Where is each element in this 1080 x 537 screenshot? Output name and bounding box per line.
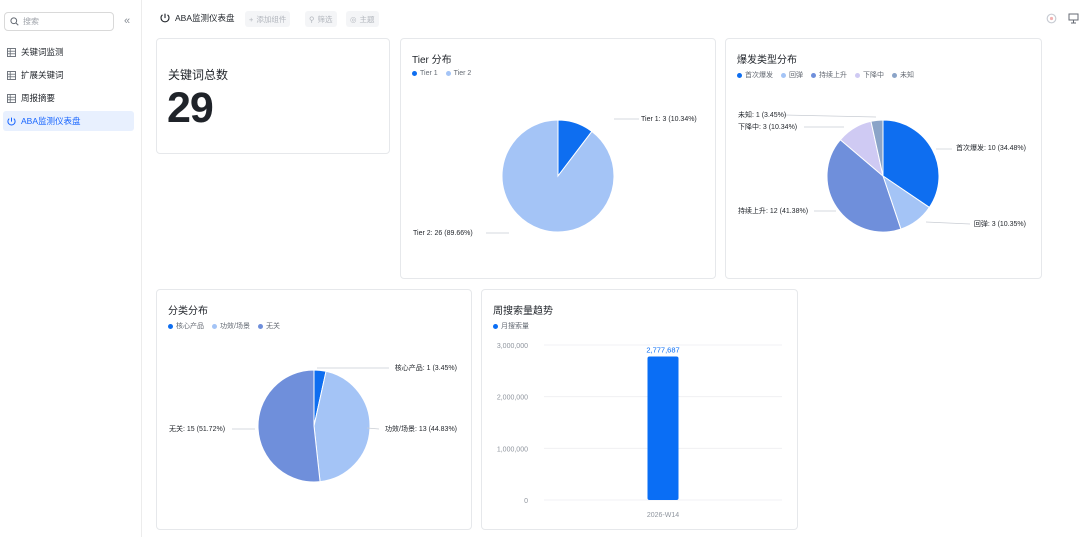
sidebar-item-expanded-keywords[interactable]: 扩展关键词 bbox=[3, 65, 134, 85]
sidebar-item-label: 周报摘要 bbox=[21, 93, 56, 103]
tier-chart-card: Tier 分布 Tier 1 Tier 2 Tier 1: 3 (10.34%)… bbox=[400, 38, 716, 279]
pie-slice[interactable] bbox=[313, 370, 371, 483]
table-icon bbox=[7, 93, 16, 103]
sidebar-item-label: 关键词监测 bbox=[21, 47, 64, 57]
pie-data-label: 无关: 15 (51.72%) bbox=[169, 424, 225, 433]
sidebar-nav: 关键词监测 扩展关键词 周报摘要 ABA监测仪表盘 bbox=[3, 42, 134, 134]
y-tick-label: 3,000,000 bbox=[497, 343, 528, 350]
pie-data-label: 未知: 1 (3.45%) bbox=[738, 110, 786, 119]
y-tick-label: 0 bbox=[524, 498, 528, 505]
theme-button[interactable]: ◎ 主题 bbox=[346, 11, 379, 27]
kpi-value: 29 bbox=[167, 84, 214, 132]
settings-icon[interactable] bbox=[1046, 13, 1057, 24]
pie-data-label: Tier 2: 26 (89.66%) bbox=[413, 230, 473, 237]
pie-slice[interactable] bbox=[501, 119, 615, 233]
y-tick-label: 1,000,000 bbox=[497, 446, 528, 453]
present-icon[interactable] bbox=[1068, 13, 1079, 24]
pie-data-label: 首次爆发: 10 (34.48%) bbox=[956, 143, 1026, 152]
pie-data-label: 下降中: 3 (10.34%) bbox=[738, 122, 797, 131]
label-leader-line bbox=[925, 221, 971, 225]
sidebar-item-label: ABA监测仪表盘 bbox=[21, 116, 81, 126]
plus-icon: + bbox=[249, 14, 254, 24]
sidebar: « 关键词监测 扩展关键词 周报摘要 ABA监测仪表盘 bbox=[0, 0, 142, 537]
kpi-label: 关键词总数 bbox=[168, 68, 229, 82]
dashboard-title: ABA监测仪表盘 bbox=[160, 12, 235, 24]
search-box[interactable] bbox=[4, 12, 114, 31]
weekly-trend-chart-card: 周搜索量趋势 月搜索量 3,000,000 2,000,000 1,000,000 0… bbox=[481, 289, 798, 530]
sidebar-item-label: 扩展关键词 bbox=[21, 70, 64, 80]
bar-value-label: 2,777,687 bbox=[646, 345, 679, 354]
y-tick-label: 2,000,000 bbox=[497, 395, 528, 402]
table-icon bbox=[7, 47, 16, 57]
top-bar: ABA监测仪表盘 + 添加组件 ⚲ 筛选 ◎ 主题 bbox=[142, 0, 1080, 36]
add-widget-label: 添加组件 bbox=[256, 14, 287, 24]
pie-data-label: 回弹: 3 (10.35%) bbox=[974, 219, 1026, 228]
search-input[interactable] bbox=[23, 17, 103, 26]
search-icon bbox=[10, 17, 19, 26]
burst-type-chart-card: 爆发类型分布 首次爆发 回弹 持续上升 下降中 未知 首次爆发: 10 (34.… bbox=[725, 38, 1042, 279]
page-title: ABA监测仪表盘 bbox=[175, 13, 235, 23]
theme-label: 主题 bbox=[359, 14, 375, 24]
kpi-card: 关键词总数 29 bbox=[156, 38, 390, 154]
sidebar-item-keyword-monitor[interactable]: 关键词监测 bbox=[3, 42, 134, 62]
pie-slice[interactable] bbox=[257, 369, 321, 483]
pie-data-label: 持续上升: 12 (41.38%) bbox=[738, 206, 808, 215]
pie-data-label: 功效/场景: 13 (44.83%) bbox=[385, 424, 457, 433]
category-pie-chart: 核心产品: 1 (3.45%) 功效/场景: 13 (44.83%) 无关: 15 … bbox=[169, 363, 457, 483]
palette-icon: ◎ bbox=[350, 14, 357, 24]
label-leader-line bbox=[783, 114, 877, 118]
add-widget-button[interactable]: + 添加组件 bbox=[245, 11, 291, 27]
pie-data-label: Tier 1: 3 (10.34%) bbox=[641, 116, 697, 123]
burst-type-pie-chart: 首次爆发: 10 (34.48%) 回弹: 3 (10.35%) 持续上升: 12 … bbox=[738, 110, 1026, 233]
pie-data-label: 核心产品: 1 (3.45%) bbox=[395, 363, 457, 372]
weekly-bar-chart: 3,000,000 2,000,000 1,000,000 0 2,777,687 202… bbox=[497, 343, 782, 519]
dashboard-icon bbox=[7, 117, 16, 126]
sidebar-item-aba-dashboard[interactable]: ABA监测仪表盘 bbox=[3, 111, 134, 131]
table-icon bbox=[7, 70, 16, 80]
tier-pie-chart: Tier 1: 3 (10.34%) Tier 2: 26 (89.66%) bbox=[413, 116, 697, 237]
collapse-sidebar-icon[interactable]: « bbox=[120, 14, 134, 28]
x-tick-label: 2026-W14 bbox=[647, 512, 679, 519]
filter-label: 筛选 bbox=[317, 14, 333, 24]
filter-icon: ⚲ bbox=[309, 14, 315, 24]
sidebar-item-weekly-summary[interactable]: 周报摘要 bbox=[3, 88, 134, 108]
filter-button[interactable]: ⚲ 筛选 bbox=[305, 11, 337, 27]
dashboard-icon bbox=[160, 13, 170, 23]
bar[interactable] bbox=[647, 356, 679, 500]
category-chart-card: 分类分布 核心产品 功效/场景 无关 核心产品: 1 (3.45%) 功效/场景:… bbox=[156, 289, 472, 530]
